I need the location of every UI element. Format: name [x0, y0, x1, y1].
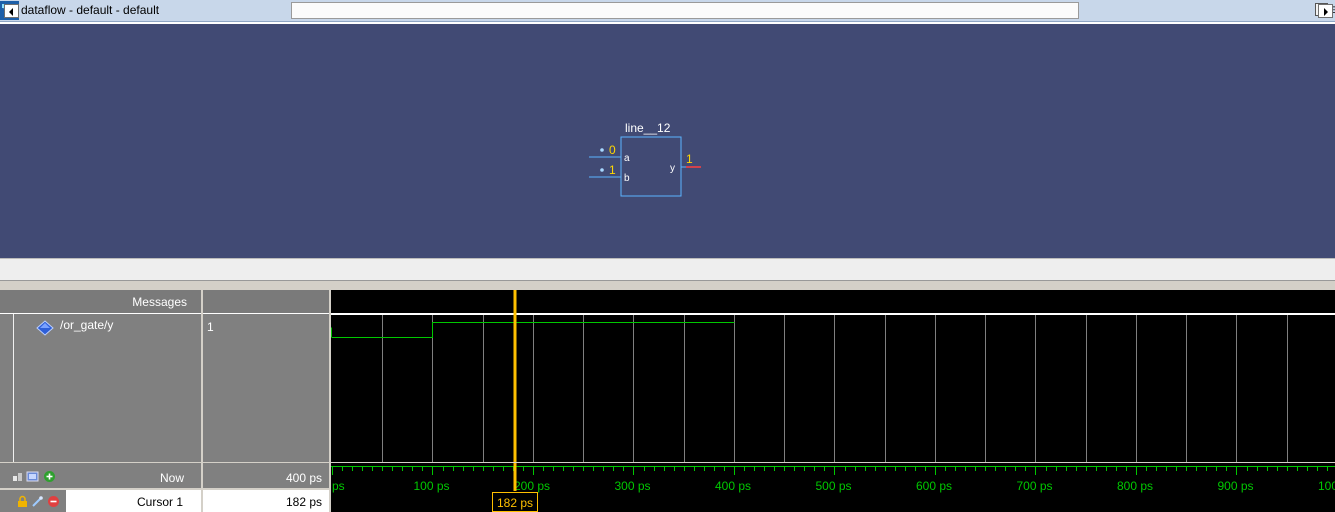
signal-values-pane[interactable]	[203, 290, 329, 462]
scroll-left-button[interactable]	[4, 4, 19, 18]
cursor-label[interactable]: Cursor 1	[137, 495, 183, 509]
signal-value: 1	[207, 320, 214, 334]
dataflow-horizontal-scrollbar[interactable]	[0, 258, 1335, 281]
delete-cursor-icon[interactable]	[47, 495, 60, 508]
time-axis-canvas: ps 100 ps 200 ps 300 ps 400 ps 500 ps 600 ps 70…	[331, 463, 1335, 512]
dataflow-schematic: line__12 0 a 1 b y 1	[589, 121, 701, 197]
time-tick-label: 700 ps	[1017, 479, 1053, 493]
edit-cursor-icon[interactable]	[31, 495, 44, 508]
scroll-thumb[interactable]	[291, 2, 1079, 19]
time-tick-label: 500 ps	[816, 479, 852, 493]
time-tick-label: 1000	[1318, 479, 1335, 493]
window-title: dataflow - default - default	[21, 3, 160, 17]
zoom-icon[interactable]	[12, 470, 25, 483]
signal-names-pane[interactable]	[0, 290, 201, 462]
values-header	[203, 290, 329, 314]
port-a-label: a	[624, 153, 630, 164]
time-tick-label: ps	[332, 479, 345, 493]
scroll-right-button[interactable]	[1318, 4, 1333, 18]
cursor-line-axis	[513, 463, 517, 491]
messages-header[interactable]: Messages	[0, 290, 201, 314]
port-a-value: 0	[609, 143, 616, 157]
instance-label: line__12	[625, 121, 671, 135]
time-tick-label: 600 ps	[916, 479, 952, 493]
now-label: Now	[160, 471, 185, 485]
signal-name[interactable]: /or_gate/y	[60, 318, 113, 332]
messages-header-label: Messages	[132, 295, 187, 309]
lock-icon[interactable]	[16, 495, 29, 508]
time-axis[interactable]: ps 100 ps 200 ps 300 ps 400 ps 500 ps 600 ps 70…	[331, 463, 1335, 512]
cursor-value[interactable]: 182 ps	[286, 495, 322, 509]
cursor-marker-label: 182 ps	[497, 496, 533, 510]
time-tick-label: 200 ps	[514, 479, 550, 493]
add-cursor-icon[interactable]	[43, 470, 56, 483]
now-value: 400 ps	[285, 471, 322, 485]
wave-header-rule	[331, 313, 1335, 315]
time-tick-label: 900 ps	[1218, 479, 1254, 493]
time-tick-label: 100 ps	[414, 479, 450, 493]
port-b-label: b	[624, 173, 630, 184]
arrow-left-icon	[9, 8, 13, 16]
arrow-right-icon	[1324, 8, 1328, 16]
port-b-value: 1	[609, 163, 616, 177]
signal-diamond-icon	[36, 320, 54, 336]
time-tick-label: 300 ps	[615, 479, 651, 493]
port-b-marker-icon	[600, 168, 604, 172]
wave-window-icon[interactable]	[26, 470, 39, 483]
wave-separator	[0, 281, 1335, 290]
tree-guide	[13, 314, 14, 462]
time-tick-label: 800 ps	[1117, 479, 1153, 493]
dataflow-canvas[interactable]: line__12 0 a 1 b y 1	[0, 22, 1335, 258]
port-a-marker-icon	[600, 148, 604, 152]
time-tick-label: 400 ps	[715, 479, 751, 493]
waveform-canvas	[331, 290, 1335, 462]
port-y-label: y	[670, 163, 675, 174]
port-y-value: 1	[686, 152, 693, 166]
cursor-line	[513, 290, 517, 462]
waveform-area[interactable]	[331, 290, 1335, 462]
